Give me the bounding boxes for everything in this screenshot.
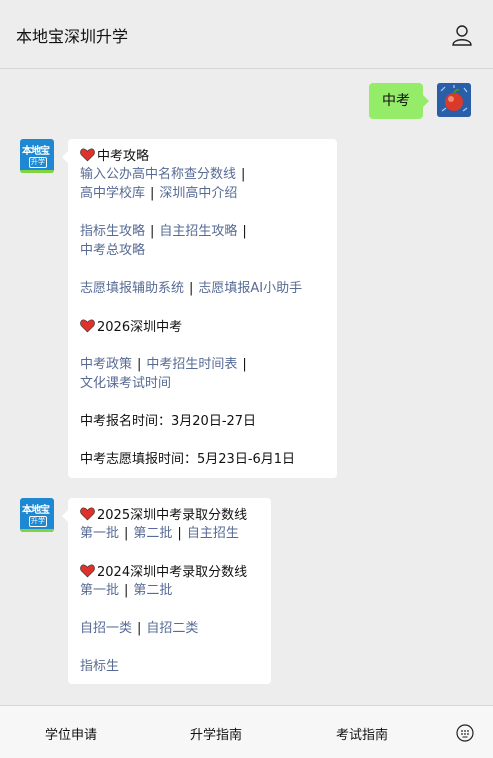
link-application-assist-system[interactable]: 志愿填报辅助系统 — [80, 281, 184, 296]
link-row: 输入公办高中名称查分数线 | — [80, 167, 250, 183]
separator: | — [137, 357, 142, 372]
bottom-menu: 学位申请 升学指南 考试指南 — [0, 705, 493, 758]
link-school-library[interactable]: 高中学校库 — [80, 186, 145, 201]
bot-avatar-badge: 升学 — [29, 157, 47, 168]
link-independent-type-1[interactable]: 自招一类 — [80, 621, 132, 636]
separator: | — [242, 224, 247, 239]
info-application-time: 中考志愿填报时间：5月23日-6月1日 — [80, 452, 296, 467]
bot-avatar-bar — [20, 529, 54, 532]
chat-title: 本地宝深圳升学 — [16, 27, 129, 46]
bot-avatar-text: 本地宝 — [22, 146, 50, 157]
link-enrollment-timeline[interactable]: 中考招生时间表 — [146, 357, 237, 372]
info-registration-time: 中考报名时间：3月20日-27日 — [80, 414, 257, 429]
separator: | — [177, 526, 182, 541]
heart-icon — [80, 507, 95, 521]
message-card-scores: 2025深圳中考录取分数线 第一批 | 第二批 | 自主招生 2024深圳中考录取分数线… — [62, 498, 271, 684]
section-title: 2026深圳中考 — [97, 320, 183, 335]
section-title: 中考攻略 — [97, 149, 150, 164]
separator: | — [241, 167, 246, 182]
keyboard-icon[interactable] — [456, 724, 474, 742]
link-shenzhen-high-school-intro[interactable]: 深圳高中介绍 — [159, 186, 237, 201]
section-title-row: 2026深圳中考 — [80, 319, 182, 336]
link-exam-schedule[interactable]: 文化课考试时间 — [80, 376, 171, 391]
user-message-bubble[interactable]: 中考 — [369, 83, 429, 119]
link-2025-batch-2[interactable]: 第二批 — [133, 526, 172, 541]
separator: | — [150, 224, 155, 239]
link-independent-enrollment-guide[interactable]: 自主招生攻略 — [159, 224, 237, 239]
chat-area[interactable]: 中考 本地宝 升学 中考攻略 输入公办高中名称查分数线 | 高中学校库 | 深圳高中介… — [0, 69, 493, 705]
section-title-row: 2024深圳中考录取分数线 — [80, 564, 247, 581]
user-profile-icon[interactable] — [451, 24, 473, 46]
link-row: 指标生 — [80, 659, 119, 675]
heart-icon — [80, 319, 95, 333]
link-row: 志愿填报辅助系统 | 志愿填报AI小助手 — [80, 281, 302, 297]
link-quota-student[interactable]: 指标生 — [80, 659, 119, 674]
link-2025-independent[interactable]: 自主招生 — [187, 526, 239, 541]
separator: | — [137, 621, 142, 636]
separator: | — [124, 526, 129, 541]
bot-avatar-bar — [20, 170, 54, 173]
separator: | — [124, 583, 129, 598]
link-row: 指标生攻略 | 自主招生攻略 | — [80, 224, 252, 240]
user-avatar[interactable] — [437, 83, 471, 117]
bot-avatar-badge: 升学 — [29, 516, 47, 527]
separator: | — [150, 186, 155, 201]
bot-avatar-text: 本地宝 — [22, 505, 50, 516]
bot-avatar[interactable]: 本地宝 升学 — [20, 498, 54, 532]
link-2025-batch-1[interactable]: 第一批 — [80, 526, 119, 541]
link-score-lookup[interactable]: 输入公办高中名称查分数线 — [80, 167, 236, 182]
section-title: 2025深圳中考录取分数线 — [97, 508, 248, 523]
link-row: 文化课考试时间 — [80, 376, 171, 392]
separator: | — [242, 357, 247, 372]
bot-avatar[interactable]: 本地宝 升学 — [20, 139, 54, 173]
chat-header: 本地宝深圳升学 — [0, 0, 493, 69]
link-independent-type-2[interactable]: 自招二类 — [146, 621, 198, 636]
apple-avatar-icon — [437, 83, 471, 117]
link-zhongkao-policy[interactable]: 中考政策 — [80, 357, 132, 372]
section-title-row: 中考攻略 — [80, 148, 149, 165]
link-2024-batch-1[interactable]: 第一批 — [80, 583, 119, 598]
section-title-row: 2025深圳中考录取分数线 — [80, 507, 247, 524]
link-row: 自招一类 | 自招二类 — [80, 621, 198, 637]
link-zhongkao-general-guide[interactable]: 中考总攻略 — [80, 243, 145, 258]
link-application-ai-assistant[interactable]: 志愿填报AI小助手 — [198, 281, 302, 296]
link-row: 中考政策 | 中考招生时间表 | — [80, 357, 252, 373]
link-row: 高中学校库 | 深圳高中介绍 — [80, 186, 237, 202]
separator: | — [189, 281, 194, 296]
link-quota-student-guide[interactable]: 指标生攻略 — [80, 224, 145, 239]
menu-tab-school-application[interactable]: 学位申请 — [45, 724, 97, 743]
link-row: 第一批 | 第二批 — [80, 583, 172, 599]
menu-tab-exam-guide[interactable]: 考试指南 — [336, 724, 388, 743]
link-row: 第一批 | 第二批 | 自主招生 — [80, 526, 239, 542]
link-2024-batch-2[interactable]: 第二批 — [133, 583, 172, 598]
menu-tab-admission-guide[interactable]: 升学指南 — [190, 724, 242, 743]
heart-icon — [80, 564, 95, 578]
message-card-zhongkao: 中考攻略 输入公办高中名称查分数线 | 高中学校库 | 深圳高中介绍 指标生攻略 | 自主… — [62, 139, 337, 478]
link-row: 中考总攻略 — [80, 243, 145, 259]
heart-icon — [80, 148, 95, 162]
user-message-row: 中考 — [351, 83, 471, 119]
section-title: 2024深圳中考录取分数线 — [97, 565, 248, 580]
